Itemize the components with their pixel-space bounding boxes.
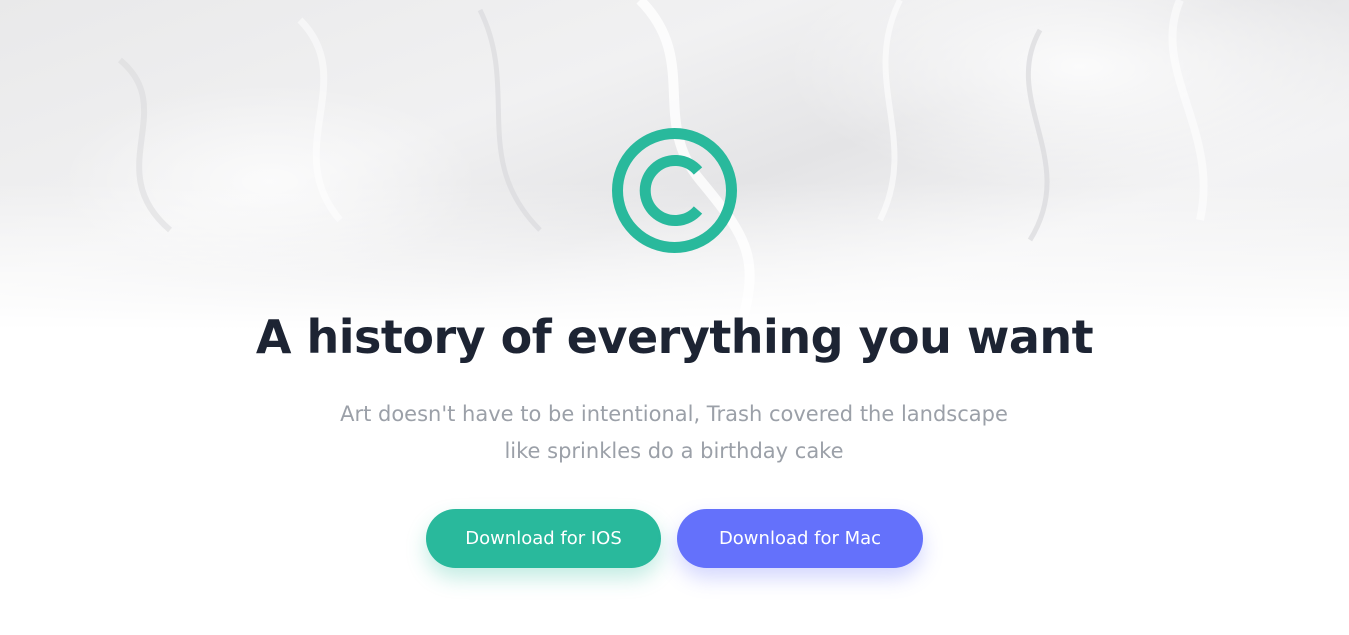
download-mac-button[interactable]: Download for Mac [677, 509, 923, 568]
page-title: A history of everything you want [255, 310, 1094, 364]
page-subtitle: Art doesn't have to be intentional, Tras… [274, 396, 1074, 470]
subtitle-line-2: like sprinkles do a birthday cake [504, 439, 844, 463]
download-ios-button[interactable]: Download for IOS [426, 509, 661, 568]
subtitle-line-1: Art doesn't have to be intentional, Tras… [340, 402, 1008, 426]
copyright-icon [611, 127, 738, 254]
hero-section: A history of everything you want Art doe… [0, 0, 1349, 635]
